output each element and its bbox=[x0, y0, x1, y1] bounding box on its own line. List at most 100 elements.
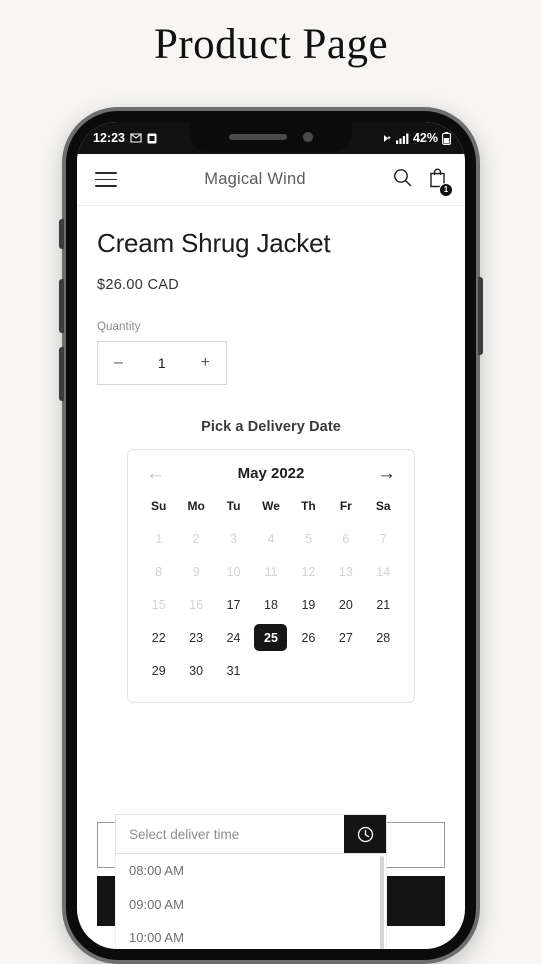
calendar-day-9: 9 bbox=[177, 556, 214, 587]
clock-icon[interactable] bbox=[344, 815, 386, 853]
calendar-day-22[interactable]: 22 bbox=[140, 622, 177, 653]
calendar-day-label: 21 bbox=[376, 597, 391, 612]
calendar-day-10: 10 bbox=[215, 556, 252, 587]
calendar-empty-cell bbox=[252, 655, 289, 686]
calendar-day-label: 3 bbox=[230, 531, 238, 546]
calendar-day-13: 13 bbox=[327, 556, 364, 587]
delivery-time-option[interactable]: 10:00 AM bbox=[116, 921, 386, 949]
product-content: Cream Shrug Jacket $26.00 CAD Quantity –… bbox=[77, 228, 465, 703]
dropdown-scrollbar[interactable] bbox=[380, 856, 384, 949]
calendar-day-1: 1 bbox=[140, 523, 177, 554]
calendar-day-label: 18 bbox=[264, 597, 278, 612]
cart-count-badge: 1 bbox=[439, 182, 453, 197]
calendar-header: ← May 2022 → bbox=[140, 464, 402, 483]
delivery-time-placeholder: Select deliver time bbox=[129, 826, 240, 842]
page-title: Product Page bbox=[153, 21, 389, 68]
phone-screen: 12:23 42% Magical Wind 1 Cream Shrug Jac… bbox=[77, 122, 465, 949]
status-bar-time: 12:23 bbox=[93, 131, 125, 145]
status-bar-battery-percent: 42% bbox=[412, 131, 438, 145]
arrow-left-icon[interactable]: ← bbox=[146, 464, 165, 483]
calendar-day-grid: 1 2 3 4 5 6 7 8 9 10 11 12 13 14 15 16 17 18 19 20 21 22 23 24 2… bbox=[140, 523, 402, 686]
calendar-day-label bbox=[254, 657, 287, 684]
calendar-day-label bbox=[329, 657, 362, 684]
calendar-day-30[interactable]: 30 bbox=[177, 655, 214, 686]
calendar-day-25[interactable]: 25 bbox=[252, 622, 289, 653]
calendar-day-31[interactable]: 31 bbox=[215, 655, 252, 686]
quantity-value[interactable]: 1 bbox=[158, 355, 166, 371]
calendar-day-label: 26 bbox=[301, 630, 316, 645]
calendar-day-11: 11 bbox=[252, 556, 289, 587]
cart-button[interactable]: 1 bbox=[428, 167, 453, 197]
calendar-weekday-th: Th bbox=[301, 499, 316, 513]
calendar-week-row: 22 23 24 25 26 27 28 bbox=[140, 622, 402, 653]
battery-icon bbox=[442, 131, 451, 145]
calendar-day-label: 9 bbox=[192, 564, 200, 579]
search-icon[interactable] bbox=[393, 168, 412, 192]
delivery-date-calendar: ← May 2022 → Su Mo Tu We Th Fr Sa 1 2 3 4 5 6 7 8 9 10 1… bbox=[127, 449, 415, 703]
calendar-day-4: 4 bbox=[252, 523, 289, 554]
calendar-day-12: 12 bbox=[290, 556, 327, 587]
arrow-right-icon[interactable]: → bbox=[377, 464, 396, 483]
quantity-increment-button[interactable]: + bbox=[201, 355, 210, 371]
calendar-day-17[interactable]: 17 bbox=[215, 589, 252, 620]
calendar-day-24[interactable]: 24 bbox=[215, 622, 252, 653]
calendar-day-label: 8 bbox=[155, 564, 163, 579]
calendar-week-row: 1 2 3 4 5 6 7 bbox=[140, 523, 402, 554]
phone-silent-switch bbox=[59, 219, 64, 249]
calendar-day-label bbox=[367, 657, 400, 684]
calendar-day-label: 15 bbox=[151, 597, 166, 612]
quantity-decrement-button[interactable]: – bbox=[114, 355, 123, 371]
app-icon bbox=[147, 133, 157, 144]
calendar-day-23[interactable]: 23 bbox=[177, 622, 214, 653]
calendar-day-label: 17 bbox=[226, 597, 241, 612]
calendar-weekday-su: Su bbox=[151, 499, 167, 513]
calendar-week-row: 8 9 10 11 12 13 14 bbox=[140, 556, 402, 587]
calendar-weekday-tu: Tu bbox=[226, 499, 241, 513]
calendar-day-label: 13 bbox=[338, 564, 353, 579]
calendar-week-row: 29 30 31 bbox=[140, 655, 402, 686]
calendar-day-14: 14 bbox=[365, 556, 402, 587]
calendar-day-3: 3 bbox=[215, 523, 252, 554]
status-bar: 12:23 42% bbox=[77, 122, 465, 154]
phone-volume-down-button bbox=[59, 347, 64, 401]
calendar-month-label: May 2022 bbox=[237, 465, 305, 482]
front-camera bbox=[303, 132, 313, 142]
calendar-day-2: 2 bbox=[177, 523, 214, 554]
calendar-weekday-fr: Fr bbox=[339, 499, 352, 513]
delivery-time-select: Select deliver time 08:00 AM 09:00 AM 10:0… bbox=[115, 814, 387, 949]
delivery-time-field[interactable]: Select deliver time bbox=[115, 814, 387, 854]
quantity-label: Quantity bbox=[97, 321, 141, 333]
product-price: $26.00 CAD bbox=[97, 277, 179, 293]
delivery-time-options-list[interactable]: 08:00 AM09:00 AM10:00 AM11:00 AM12:00 PM… bbox=[115, 854, 387, 949]
delivery-time-option[interactable]: 08:00 AM bbox=[116, 854, 386, 888]
calendar-day-label: 16 bbox=[189, 597, 204, 612]
calendar-day-27[interactable]: 27 bbox=[327, 622, 364, 653]
calendar-day-label: 23 bbox=[189, 630, 204, 645]
calendar-day-label: 6 bbox=[342, 531, 350, 546]
calendar-day-29[interactable]: 29 bbox=[140, 655, 177, 686]
delivery-time-option[interactable]: 09:00 AM bbox=[116, 888, 386, 922]
calendar-day-15: 15 bbox=[140, 589, 177, 620]
calendar-day-18[interactable]: 18 bbox=[252, 589, 289, 620]
calendar-day-label: 10 bbox=[226, 564, 241, 579]
calendar-day-label: 31 bbox=[226, 663, 241, 678]
calendar-day-20[interactable]: 20 bbox=[327, 589, 364, 620]
calendar-day-21[interactable]: 21 bbox=[365, 589, 402, 620]
hamburger-menu-icon[interactable] bbox=[95, 172, 117, 187]
calendar-day-6: 6 bbox=[327, 523, 364, 554]
calendar-empty-cell bbox=[290, 655, 327, 686]
app-header: Magical Wind 1 bbox=[77, 154, 465, 206]
earpiece-speaker bbox=[229, 134, 287, 140]
calendar-day-7: 7 bbox=[365, 523, 402, 554]
calendar-day-label: 24 bbox=[226, 630, 241, 645]
calendar-day-8: 8 bbox=[140, 556, 177, 587]
calendar-day-26[interactable]: 26 bbox=[290, 622, 327, 653]
product-title: Cream Shrug Jacket bbox=[97, 228, 331, 258]
delivery-date-heading: Pick a Delivery Date bbox=[201, 419, 341, 435]
calendar-day-28[interactable]: 28 bbox=[365, 622, 402, 653]
calendar-day-label: 30 bbox=[189, 663, 204, 678]
calendar-day-19[interactable]: 19 bbox=[290, 589, 327, 620]
calendar-day-label: 11 bbox=[264, 564, 278, 579]
calendar-weekday-sa: Sa bbox=[375, 499, 391, 513]
calendar-day-label: 22 bbox=[151, 630, 166, 645]
